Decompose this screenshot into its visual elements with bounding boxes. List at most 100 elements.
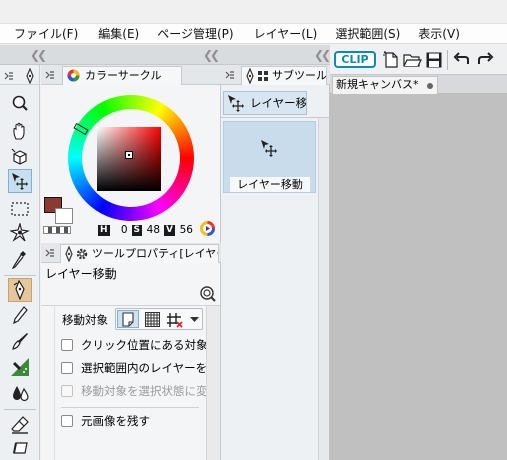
zoom-tool-button[interactable] <box>8 91 32 115</box>
cube-icon <box>11 148 27 165</box>
indent-line <box>54 306 55 460</box>
document-tab-bar: 新規キャンバス* <box>330 75 507 94</box>
menu-selection[interactable]: 選択範囲(S) <box>317 25 400 42</box>
transparent-color-swatch[interactable] <box>43 226 71 234</box>
zoom-preview-icon[interactable] <box>199 285 216 302</box>
sub-tool-scrollbar[interactable] <box>318 118 329 460</box>
eraser-icon <box>11 416 29 434</box>
command-bar: CLIP <box>330 45 507 75</box>
undo-icon[interactable] <box>453 52 471 68</box>
save-icon[interactable] <box>425 51 443 69</box>
grid-remove-icon[interactable] <box>166 312 184 328</box>
tone-pattern-icon[interactable] <box>145 312 160 327</box>
canvas-area[interactable] <box>330 94 507 460</box>
brush-tool-button[interactable] <box>8 329 32 353</box>
s-label: S <box>131 224 143 236</box>
menu-page[interactable]: ページ管理(P) <box>139 25 233 42</box>
sub-tool-grid-icon <box>258 71 268 81</box>
sub-tool-item-label: レイヤー移動 <box>230 177 310 192</box>
option-checkbox[interactable] <box>61 339 73 351</box>
option-checkbox[interactable] <box>61 415 73 427</box>
selection-tool-button[interactable] <box>8 197 32 221</box>
chevron-down-icon[interactable] <box>190 317 199 323</box>
sub-color-swatch[interactable] <box>55 208 73 224</box>
operation-tool-button[interactable] <box>8 145 32 169</box>
collapse-left-icon[interactable]: ❮❮ <box>314 48 331 62</box>
saturation-value-square[interactable] <box>97 127 161 191</box>
brush-icon <box>12 333 28 350</box>
magnifier-icon <box>12 95 28 111</box>
hand-icon <box>13 122 25 140</box>
panel-menu-icon[interactable] <box>45 248 55 258</box>
pen-nib-icon <box>246 68 254 84</box>
document-tab[interactable]: 新規キャンバス* <box>332 76 438 94</box>
menu-view[interactable]: 表示(V) <box>400 25 460 42</box>
marquee-icon <box>11 202 29 216</box>
close-tab-icon[interactable] <box>427 83 433 89</box>
collapse-left-icon[interactable]: ❮❮ <box>30 48 47 62</box>
tool-property-scrollbar[interactable] <box>206 306 220 460</box>
move-target-selector[interactable] <box>115 308 203 330</box>
eyedropper-icon <box>11 251 26 269</box>
sub-tool-title: サブツール <box>272 69 327 82</box>
eyedropper-tool-button[interactable] <box>8 247 32 271</box>
panel-menu-icon[interactable] <box>4 71 14 81</box>
droplets-icon <box>13 386 29 402</box>
gear-icon <box>76 248 88 260</box>
color-mode-toggle-icon[interactable] <box>199 220 216 237</box>
tab-tool-property[interactable]: ツールプロパティ[レイヤー移動] <box>60 244 219 263</box>
menu-layer[interactable]: レイヤー(L) <box>234 25 318 42</box>
tab-sub-tool[interactable]: サブツール <box>241 66 327 85</box>
tool-palette-header <box>0 67 40 85</box>
eraser-tool-button[interactable] <box>8 413 32 437</box>
menu-file[interactable]: ファイル(F) <box>0 25 78 42</box>
option-checkbox[interactable] <box>61 385 73 397</box>
toolbar-divider <box>447 50 448 70</box>
tool-separator <box>4 409 36 410</box>
panel-collapse-strip: ❮❮ ❮❮ ❮❮ <box>0 45 331 65</box>
pen-nib-icon <box>26 68 34 84</box>
new-file-icon[interactable] <box>382 51 400 69</box>
sv-marker-dot <box>128 154 130 156</box>
move-tool-button[interactable] <box>8 119 32 143</box>
eraser-icon <box>13 442 28 454</box>
tab-color-circle[interactable]: カラーサークル <box>62 66 182 85</box>
option-click-position-label: クリック位置にある対象を移動 <box>81 338 206 352</box>
pen-nib-icon <box>65 246 73 262</box>
move-layer-tool-button[interactable] <box>8 169 32 193</box>
magic-wand-icon <box>10 223 30 242</box>
move-layer-icon <box>228 95 244 112</box>
v-label: V <box>164 224 175 236</box>
clip-logo[interactable]: CLIP <box>334 51 376 68</box>
move-target-label: 移動対象 <box>62 313 108 327</box>
pencil-icon <box>13 306 28 325</box>
h-label: H <box>98 224 110 236</box>
sub-tool-item[interactable]: レイヤー移動 <box>223 121 316 193</box>
option-checkbox[interactable] <box>61 362 73 374</box>
panel-menu-icon[interactable] <box>225 70 235 80</box>
redo-icon[interactable] <box>476 52 494 68</box>
divider <box>61 407 199 408</box>
open-folder-icon[interactable] <box>403 51 422 69</box>
pen-tool-button[interactable] <box>8 278 32 302</box>
tool-palette <box>0 65 40 460</box>
eraser-tool-button[interactable] <box>8 437 32 460</box>
airbrush-tool-button[interactable] <box>8 355 32 379</box>
document-tab-label: 新規キャンバス* <box>336 78 419 91</box>
blend-tool-button[interactable] <box>8 381 32 405</box>
option-keep-original-label: 元画像を残す <box>81 414 150 428</box>
pencil-tool-button[interactable] <box>8 303 32 327</box>
color-panel-title: カラーサークル <box>85 69 162 82</box>
panel-menu-icon[interactable] <box>45 70 55 80</box>
sub-tool-group-tab[interactable]: レイヤー移動 <box>223 91 307 115</box>
sub-tool-group-label: レイヤー移動 <box>250 96 307 110</box>
move-target-layer-button[interactable] <box>117 310 139 328</box>
option-in-selection-label: 選択範囲内のレイヤーを移動 <box>81 361 206 375</box>
h-value: 0 <box>120 224 128 236</box>
airbrush-icon <box>11 358 29 376</box>
title-bar <box>0 0 507 24</box>
collapse-left-icon[interactable]: ❮❮ <box>203 48 220 62</box>
auto-select-tool-button[interactable] <box>8 221 32 245</box>
menu-edit[interactable]: 編集(E) <box>78 25 139 42</box>
v-value: 56 <box>179 224 193 236</box>
